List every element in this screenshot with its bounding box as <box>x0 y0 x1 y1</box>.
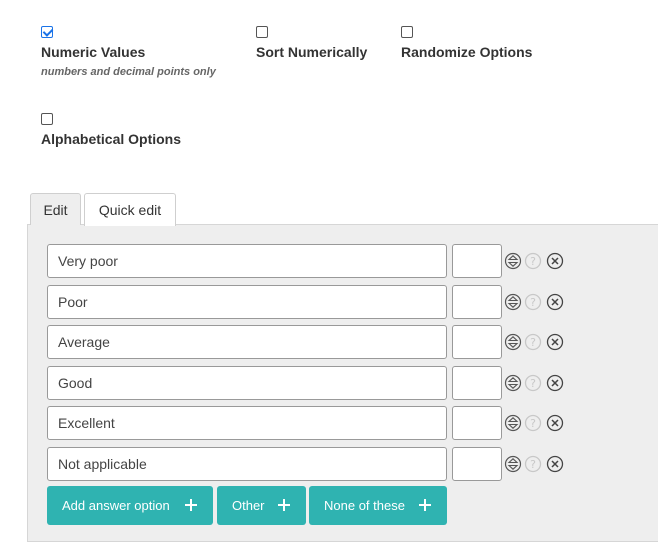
remove-circle-icon[interactable] <box>546 293 564 311</box>
numeric-values-checkbox[interactable] <box>41 26 53 38</box>
numeric-values-label: Numeric Values <box>41 44 146 60</box>
help-icon[interactable]: ? <box>524 455 542 473</box>
answer-row: Average? <box>47 325 577 359</box>
help-icon[interactable]: ? <box>524 333 542 351</box>
alphabetical-options-checkbox[interactable] <box>41 113 53 125</box>
none-of-these-button[interactable]: None of these <box>309 486 447 525</box>
answer-text-input[interactable]: Very poor <box>47 244 447 278</box>
answer-text-input[interactable]: Not applicable <box>47 447 447 481</box>
sort-arrows-icon[interactable] <box>504 252 522 270</box>
remove-circle-icon[interactable] <box>546 252 564 270</box>
plus-icon <box>278 499 290 511</box>
randomize-options-label: Randomize Options <box>401 44 533 60</box>
numeric-values-hint: numbers and decimal points only <box>41 66 216 78</box>
help-icon[interactable]: ? <box>524 252 542 270</box>
answer-row: Good? <box>47 366 577 400</box>
answer-code-input[interactable] <box>452 406 502 440</box>
plus-icon <box>419 499 431 511</box>
other-button[interactable]: Other <box>217 486 306 525</box>
svg-text:?: ? <box>530 458 536 471</box>
other-label: Other <box>232 498 265 513</box>
remove-circle-icon[interactable] <box>546 455 564 473</box>
sort-arrows-icon[interactable] <box>504 374 522 392</box>
tab-edit[interactable]: Edit <box>30 193 81 225</box>
add-answer-option-label: Add answer option <box>62 498 170 513</box>
answer-row: Poor? <box>47 285 577 319</box>
sort-numerically-label: Sort Numerically <box>256 44 368 60</box>
svg-text:?: ? <box>530 377 536 390</box>
remove-circle-icon[interactable] <box>546 333 564 351</box>
sort-arrows-icon[interactable] <box>504 414 522 432</box>
add-answer-option-button[interactable]: Add answer option <box>47 486 213 525</box>
answer-text-input[interactable]: Good <box>47 366 447 400</box>
help-icon[interactable]: ? <box>524 414 542 432</box>
answer-text-input[interactable]: Average <box>47 325 447 359</box>
answer-code-input[interactable] <box>452 447 502 481</box>
help-icon[interactable]: ? <box>524 293 542 311</box>
sort-arrows-icon[interactable] <box>504 333 522 351</box>
sort-numerically-checkbox[interactable] <box>256 26 268 38</box>
help-icon[interactable]: ? <box>524 374 542 392</box>
answer-text-input[interactable]: Poor <box>47 285 447 319</box>
answer-row: Not applicable? <box>47 447 577 481</box>
answer-code-input[interactable] <box>452 244 502 278</box>
randomize-options-checkbox[interactable] <box>401 26 413 38</box>
remove-circle-icon[interactable] <box>546 374 564 392</box>
answer-code-input[interactable] <box>452 325 502 359</box>
answer-row: Excellent? <box>47 406 577 440</box>
answer-code-input[interactable] <box>452 285 502 319</box>
answer-row: Very poor? <box>47 244 577 278</box>
svg-text:?: ? <box>530 336 536 349</box>
remove-circle-icon[interactable] <box>546 414 564 432</box>
sort-arrows-icon[interactable] <box>504 455 522 473</box>
none-of-these-label: None of these <box>324 498 405 513</box>
sort-arrows-icon[interactable] <box>504 293 522 311</box>
plus-icon <box>185 499 197 511</box>
tab-quick-edit[interactable]: Quick edit <box>84 193 176 226</box>
answer-text-input[interactable]: Excellent <box>47 406 447 440</box>
answer-code-input[interactable] <box>452 366 502 400</box>
svg-text:?: ? <box>530 296 536 309</box>
svg-text:?: ? <box>530 417 536 430</box>
alphabetical-options-label: Alphabetical Options <box>41 131 182 147</box>
svg-text:?: ? <box>530 255 536 268</box>
